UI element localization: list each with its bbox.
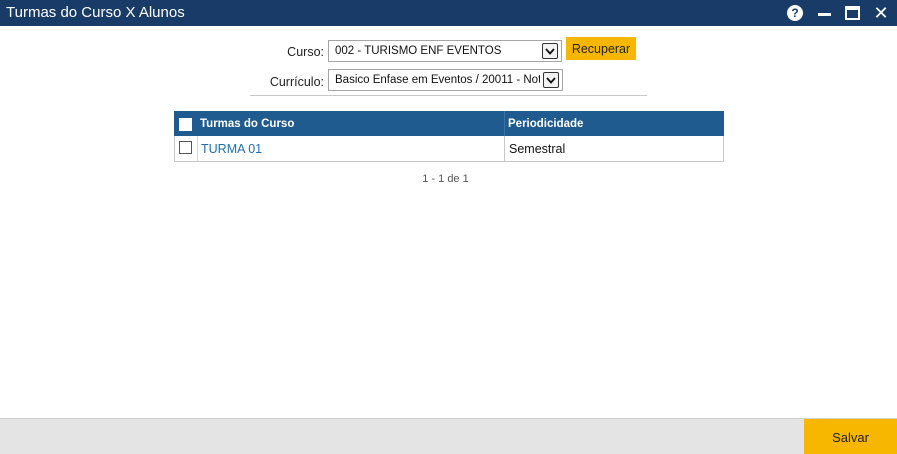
curriculo-label: Currículo:	[269, 75, 324, 89]
row-divider	[504, 136, 505, 161]
table-header: Turmas do Curso Periodicidade	[174, 111, 724, 136]
salvar-button[interactable]: Salvar	[804, 419, 897, 454]
curriculo-select[interactable]: Basico Ênfase em Eventos / 20011 - Notur…	[328, 69, 563, 91]
maximize-button[interactable]	[842, 3, 862, 23]
chevron-down-icon[interactable]	[542, 43, 558, 59]
row-checkbox[interactable]	[179, 141, 192, 154]
table-row: TURMA 01 Semestral	[174, 136, 724, 162]
minimize-icon	[817, 12, 831, 16]
footer-bar: Salvar	[0, 418, 897, 454]
chevron-down-icon[interactable]	[543, 72, 559, 88]
curso-label: Curso:	[287, 45, 324, 59]
minimize-button[interactable]	[814, 3, 834, 23]
recuperar-button[interactable]: Recuperar	[566, 37, 636, 60]
column-header-turmas[interactable]: Turmas do Curso	[200, 118, 294, 130]
maximize-icon	[844, 6, 860, 20]
curso-select[interactable]: 002 - TURISMO ENF EVENTOS	[328, 40, 562, 62]
window-title: Turmas do Curso X Alunos	[6, 4, 185, 21]
select-all-checkbox[interactable]	[179, 118, 192, 131]
column-header-periodicidade[interactable]: Periodicidade	[508, 118, 583, 130]
close-button[interactable]: ✕	[871, 3, 891, 23]
help-icon: ?	[787, 5, 803, 21]
pagination-info: 1 - 1 de 1	[422, 173, 469, 185]
curriculo-select-value: Basico Ênfase em Eventos / 20011 - Notur…	[335, 74, 540, 86]
close-icon: ✕	[873, 3, 889, 23]
column-divider	[504, 111, 505, 136]
turma-link[interactable]: TURMA 01	[201, 142, 262, 156]
title-bar: Turmas do Curso X Alunos ? ✕	[0, 0, 897, 26]
row-divider	[197, 136, 198, 161]
form-divider	[250, 95, 647, 96]
periodicidade-cell: Semestral	[509, 142, 566, 156]
help-button[interactable]: ?	[785, 3, 805, 23]
turmas-table: Turmas do Curso Periodicidade TURMA 01 S…	[174, 111, 724, 162]
curso-select-value: 002 - TURISMO ENF EVENTOS	[335, 45, 502, 57]
